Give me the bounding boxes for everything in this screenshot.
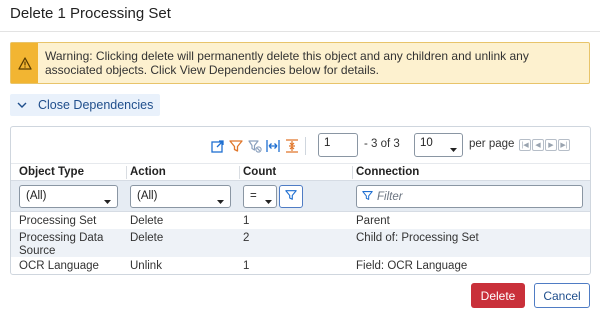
cell-action: Unlink (130, 260, 162, 272)
collapse-rows-icon[interactable] (285, 139, 299, 153)
table-row[interactable]: Processing Set Delete 1 Parent (11, 212, 590, 229)
cell-connection: Field: OCR Language (356, 260, 468, 272)
column-header-count[interactable]: Count (243, 164, 276, 180)
cell-connection: Parent (356, 215, 390, 227)
cell-object-type: OCR Language (19, 260, 99, 272)
count-operator-select[interactable]: = (243, 185, 277, 208)
export-icon[interactable] (211, 139, 225, 153)
column-header-object-type[interactable]: Object Type (19, 164, 84, 180)
cell-object-type: Processing Data Source (19, 232, 104, 257)
page-size-select[interactable]: 10 (414, 133, 463, 157)
cancel-button[interactable]: Cancel (534, 283, 590, 308)
title-divider (0, 31, 600, 32)
first-page-icon[interactable]: |◀ (519, 139, 531, 151)
caret-down-icon (450, 143, 457, 155)
close-dependencies-button[interactable]: Close Dependencies (10, 94, 160, 116)
column-header-action[interactable]: Action (130, 164, 166, 180)
connection-filter-placeholder: Filter (377, 190, 403, 203)
cell-count: 1 (243, 260, 250, 272)
prev-page-icon[interactable]: ◀ (532, 139, 544, 151)
caret-down-icon (104, 195, 111, 207)
cell-count: 1 (243, 215, 250, 227)
caret-down-icon (265, 195, 272, 207)
cell-connection: Child of: Processing Set (356, 232, 479, 244)
cell-object-type: Processing Set (19, 215, 97, 227)
filter-row: (All) (All) = Filter (11, 180, 590, 212)
dependencies-grid: 1 - 3 of 3 10 per page |◀ ◀ ▶ ▶| Object … (10, 126, 591, 275)
warning-banner: Warning: Clicking delete will permanentl… (10, 42, 590, 84)
object-type-filter-select[interactable]: (All) (19, 185, 118, 208)
warning-icon (11, 43, 38, 83)
page-count-label: - 3 of 3 (364, 138, 400, 150)
delete-button[interactable]: Delete (471, 283, 525, 308)
column-divider (126, 166, 127, 179)
column-header-connection[interactable]: Connection (356, 164, 419, 180)
action-filter-select[interactable]: (All) (130, 185, 231, 208)
fit-columns-icon[interactable] (266, 139, 280, 153)
page-size-value: 10 (420, 137, 433, 149)
grid-toolbar: 1 - 3 of 3 10 per page |◀ ◀ ▶ ▶| (11, 133, 590, 157)
close-dependencies-label: Close Dependencies (38, 98, 154, 112)
count-filter-button[interactable] (279, 185, 303, 208)
page-number-input[interactable]: 1 (318, 133, 358, 157)
object-type-filter-value: (All) (26, 190, 47, 202)
toolbar-divider (305, 137, 306, 155)
table-header: Object Type Action Count Connection (11, 164, 590, 180)
table-row[interactable]: Processing Data Source Delete 2 Child of… (11, 229, 590, 257)
connection-filter-input[interactable]: Filter (356, 185, 583, 208)
filter-icon[interactable] (229, 139, 243, 153)
filter-icon (362, 190, 373, 204)
last-page-icon[interactable]: ▶| (558, 139, 570, 151)
dialog-title: Delete 1 Processing Set (10, 5, 171, 22)
action-filter-value: (All) (137, 190, 158, 202)
filter-icon (285, 189, 297, 204)
next-page-icon[interactable]: ▶ (545, 139, 557, 151)
pager: |◀ ◀ ▶ ▶| (519, 139, 570, 151)
table-row[interactable]: OCR Language Unlink 1 Field: OCR Languag… (11, 257, 590, 274)
count-operator-value: = (250, 190, 257, 202)
per-page-label: per page (469, 138, 515, 150)
chevron-down-icon (10, 102, 34, 109)
cell-action: Delete (130, 215, 164, 227)
clear-filter-icon[interactable] (248, 139, 262, 153)
cell-action: Delete (130, 232, 164, 244)
column-divider (352, 166, 353, 179)
column-divider (239, 166, 240, 179)
cell-count: 2 (243, 232, 250, 244)
warning-text: Warning: Clicking delete will permanentl… (45, 49, 529, 77)
caret-down-icon (217, 195, 224, 207)
